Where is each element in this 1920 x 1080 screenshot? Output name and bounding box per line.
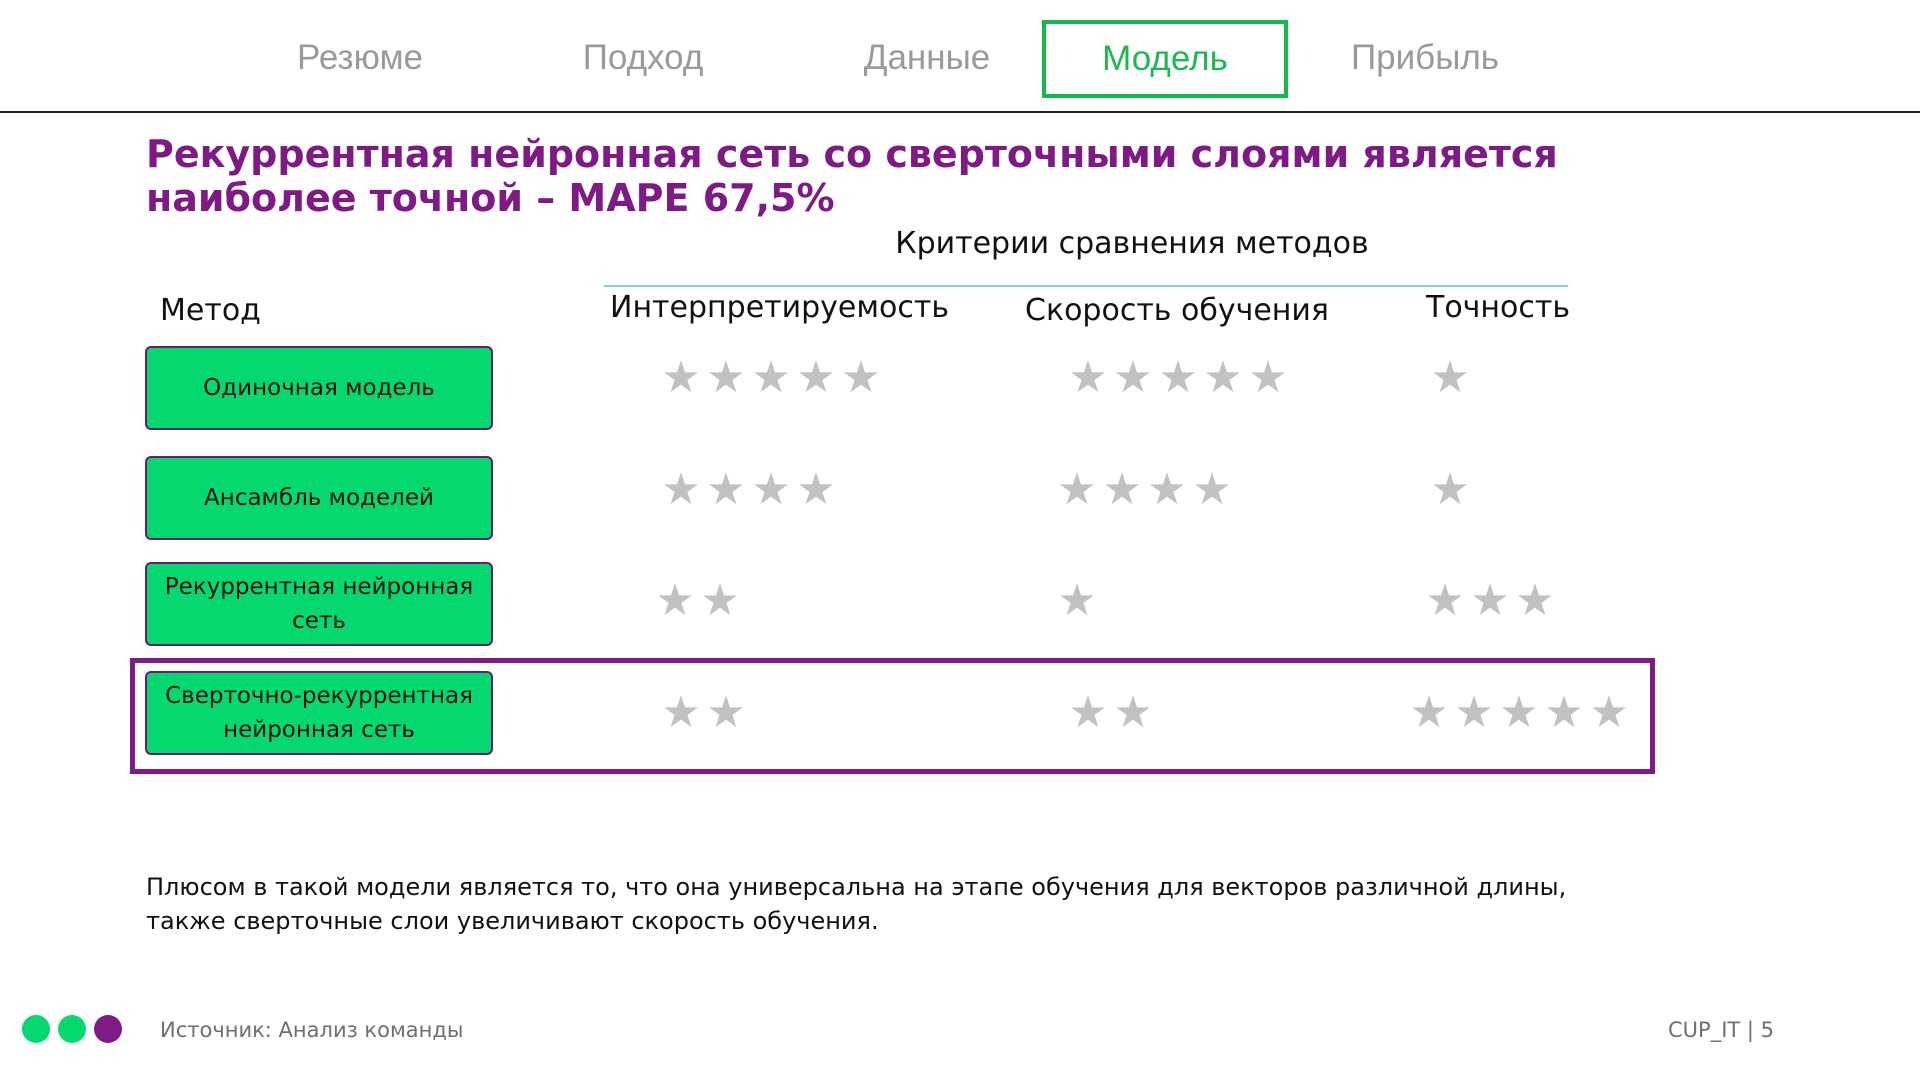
star-icon: ★ xyxy=(751,352,791,403)
star-icon: ★ xyxy=(700,575,740,626)
star-icon: ★ xyxy=(796,464,836,515)
criteria-header-interpretability: Интерпретируемость xyxy=(610,290,950,325)
star-icon: ★ xyxy=(706,464,746,515)
star-icon: ★ xyxy=(841,352,881,403)
footer-dot-green-2 xyxy=(58,1015,86,1043)
star-icon: ★ xyxy=(1113,687,1153,738)
star-icon: ★ xyxy=(706,687,746,738)
criteria-title: Критерии сравнения методов xyxy=(895,226,1369,261)
star-icon: ★ xyxy=(661,687,701,738)
star-icon: ★ xyxy=(1499,687,1539,738)
method-label: Сверточно-рекуррентная нейронная сеть xyxy=(165,683,473,743)
tab-approach[interactable]: Подход xyxy=(538,22,748,94)
star-icon: ★ xyxy=(661,352,701,403)
star-icon: ★ xyxy=(1147,464,1187,515)
star-icon: ★ xyxy=(1454,687,1494,738)
method-header: Метод xyxy=(160,293,261,328)
star-icon: ★ xyxy=(1515,575,1555,626)
star-icon: ★ xyxy=(1248,352,1288,403)
slide-number: CUP_IT | 5 xyxy=(1668,1018,1775,1042)
method-rnn: Рекуррентная нейронная сеть xyxy=(145,562,493,646)
slide-title: Рекуррентная нейронная сеть со сверточны… xyxy=(146,132,1558,220)
method-label: Одиночная модель xyxy=(203,375,435,401)
star-icon: ★ xyxy=(1102,464,1142,515)
star-icon: ★ xyxy=(1430,352,1470,403)
tab-model[interactable]: Модель xyxy=(1042,20,1288,98)
star-icon: ★ xyxy=(751,464,791,515)
footer-dot-purple xyxy=(94,1015,122,1043)
tab-data[interactable]: Данные xyxy=(822,22,1032,94)
star-icon: ★ xyxy=(655,575,695,626)
star-icon: ★ xyxy=(1425,575,1465,626)
method-label: Рекуррентная нейронная сеть xyxy=(164,574,474,634)
footer-dot-green-1 xyxy=(22,1015,50,1043)
star-icon: ★ xyxy=(1409,687,1449,738)
nav-divider xyxy=(0,111,1920,113)
tab-profit[interactable]: Прибыль xyxy=(1320,22,1530,94)
tab-summary[interactable]: Резюме xyxy=(255,22,465,94)
star-icon: ★ xyxy=(796,352,836,403)
criteria-header-accuracy: Точность xyxy=(1426,290,1571,325)
star-icon: ★ xyxy=(1113,352,1153,403)
star-icon: ★ xyxy=(1057,575,1097,626)
method-crnn: Сверточно-рекуррентная нейронная сеть xyxy=(145,671,493,755)
method-single-model: Одиночная модель xyxy=(145,346,493,430)
star-icon: ★ xyxy=(661,464,701,515)
star-icon: ★ xyxy=(1544,687,1584,738)
star-icon: ★ xyxy=(1057,464,1097,515)
criteria-divider xyxy=(604,285,1568,287)
star-icon: ★ xyxy=(1470,575,1510,626)
star-icon: ★ xyxy=(1430,464,1470,515)
star-icon: ★ xyxy=(1158,352,1198,403)
star-icon: ★ xyxy=(706,352,746,403)
star-icon: ★ xyxy=(1068,687,1108,738)
method-label: Ансамбль моделей xyxy=(204,485,434,511)
note-text: Плюсом в такой модели является то, что о… xyxy=(146,873,1567,935)
star-icon: ★ xyxy=(1068,352,1108,403)
star-icon: ★ xyxy=(1589,687,1629,738)
star-icon: ★ xyxy=(1203,352,1243,403)
source-note: Источник: Анализ команды xyxy=(160,1018,464,1042)
star-icon: ★ xyxy=(1192,464,1232,515)
method-ensemble: Ансамбль моделей xyxy=(145,456,493,540)
criteria-header-speed: Скорость обучения xyxy=(1025,293,1329,328)
